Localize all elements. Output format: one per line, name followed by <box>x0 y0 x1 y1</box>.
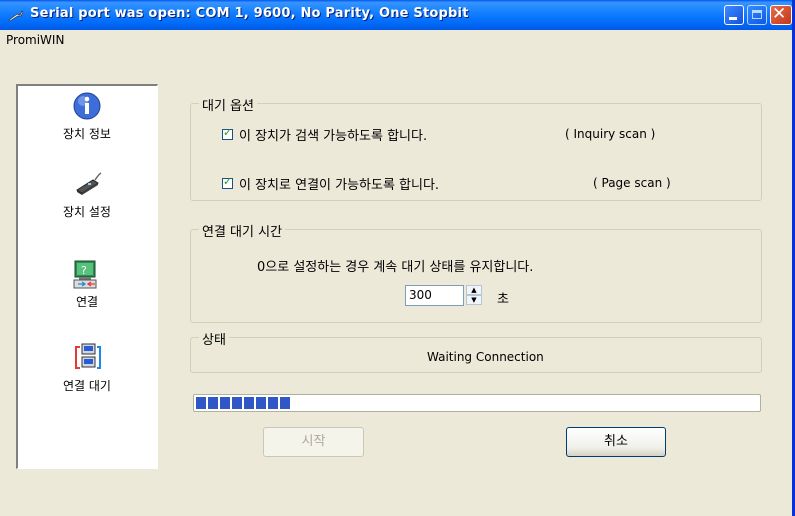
wait-time-group: 연결 대기 시간 <box>190 221 762 323</box>
minimize-button[interactable] <box>724 5 744 25</box>
spin-up-icon[interactable]: ▲ <box>466 285 482 295</box>
inquiry-scan-note: ( Inquiry scan ) <box>565 127 656 141</box>
sidebar-item-connect[interactable]: ? 연결 <box>32 258 142 310</box>
maximize-icon <box>752 10 762 19</box>
minimize-icon <box>729 17 737 20</box>
sidebar-item-label: 장치 설정 <box>63 205 111 219</box>
serial-cable-icon <box>8 10 24 21</box>
spin-down-icon[interactable]: ▼ <box>466 295 482 305</box>
maximize-button[interactable] <box>747 5 767 25</box>
page-scan-checkbox[interactable] <box>222 175 233 189</box>
svg-text:?: ? <box>81 264 87 277</box>
progress-block <box>220 397 230 409</box>
progress-block <box>208 397 218 409</box>
progress-block <box>268 397 278 409</box>
progress-block <box>232 397 242 409</box>
progress-block <box>196 397 206 409</box>
sidebar-item-label: 연결 <box>75 295 99 309</box>
page-scan-label: 이 장치로 연결이 가능하도록 합니다. <box>239 178 440 193</box>
progress-bar <box>193 394 761 412</box>
device-icon <box>76 172 102 195</box>
window-title: Serial port was open: COM 1, 9600, No Pa… <box>30 6 469 21</box>
sidebar-item-device-settings[interactable]: 장치 설정 <box>32 168 142 220</box>
group-title: 상태 <box>199 329 229 348</box>
sidebar-item-label: 장치 정보 <box>63 127 111 141</box>
wait-time-description: 0으로 설정하는 경우 계속 대기 상태를 유지합니다. <box>257 260 534 275</box>
info-icon <box>73 92 101 120</box>
close-icon: ✕ <box>772 4 787 24</box>
group-title: 대기 옵션 <box>199 95 257 114</box>
wait-time-unit: 초 <box>497 292 509 307</box>
cancel-button[interactable]: 취소 <box>566 427 666 457</box>
progress-fill <box>196 397 758 409</box>
sidebar-item-device-info[interactable]: 장치 정보 <box>32 90 142 142</box>
progress-block <box>280 397 290 409</box>
page-scan-note: ( Page scan ) <box>593 176 671 190</box>
start-button[interactable]: 시작 <box>263 427 364 457</box>
progress-block <box>256 397 266 409</box>
group-title: 연결 대기 시간 <box>199 221 286 240</box>
wait-time-input[interactable]: 300 <box>405 285 464 306</box>
title-bar[interactable]: Serial port was open: COM 1, 9600, No Pa… <box>0 0 792 30</box>
menu-promiwin[interactable]: PromiWIN <box>6 33 64 47</box>
wait-connection-icon <box>75 343 101 369</box>
wait-time-spinner[interactable]: ▲ ▼ <box>466 285 482 306</box>
connect-icon: ? <box>73 260 97 289</box>
status-text: Waiting Connection <box>427 350 544 364</box>
progress-block <box>244 397 254 409</box>
close-button[interactable]: ✕ <box>770 4 792 25</box>
sidebar-item-wait-connection[interactable]: 연결 대기 <box>32 342 142 394</box>
client-area: 장치 정보 장치 설정 ? 연결 연결 대기 대기 옵션 ✓ 이 장치가 검색 … <box>0 50 792 490</box>
inquiry-scan-checkbox[interactable] <box>222 126 233 140</box>
sidebar-item-label: 연결 대기 <box>63 379 111 393</box>
menu-bar: PromiWIN <box>0 30 792 50</box>
progress-blocks <box>196 397 290 409</box>
inquiry-scan-label: 이 장치가 검색 가능하도록 합니다. <box>239 129 428 144</box>
app-window: Serial port was open: COM 1, 9600, No Pa… <box>0 0 795 516</box>
sidebar: 장치 정보 장치 설정 ? 연결 연결 대기 <box>16 84 158 469</box>
